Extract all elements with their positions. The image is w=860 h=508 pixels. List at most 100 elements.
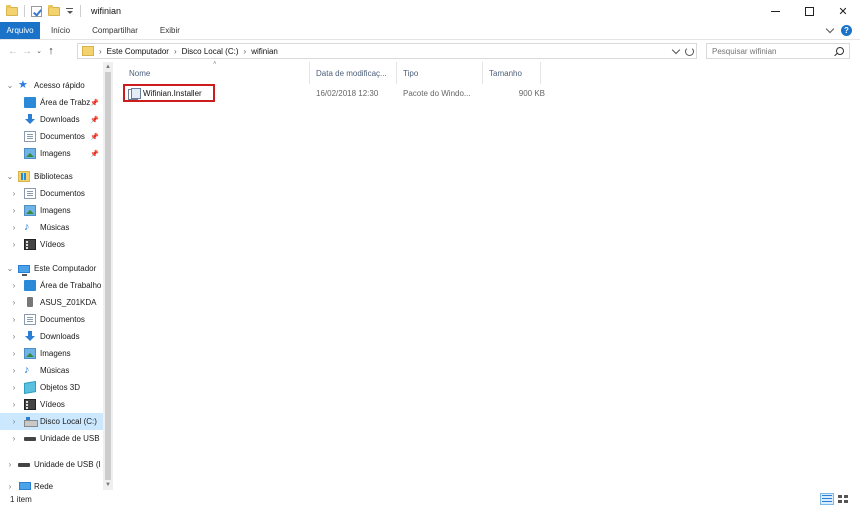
column-header-type[interactable]: Tipo	[397, 62, 483, 84]
chevron-right-icon[interactable]: ›	[10, 240, 18, 249]
sidebar-item-lib-videos[interactable]: › Vídeos	[0, 236, 103, 253]
pin-icon[interactable]: 📌	[90, 116, 99, 124]
sidebar-item-pc-videos[interactable]: › Vídeos	[0, 396, 103, 413]
chevron-right-icon[interactable]: ›	[6, 460, 14, 469]
sidebar-item-area-de-trabalho[interactable]: Área de Trabz 📌	[0, 94, 103, 111]
usb-drive-icon	[24, 433, 36, 444]
sidebar-item-pc-musicas[interactable]: › ♪ Músicas	[0, 362, 103, 379]
sidebar-item-downloads[interactable]: Downloads 📌	[0, 111, 103, 128]
tiles-view-button[interactable]	[836, 493, 850, 505]
chevron-right-icon[interactable]: ›	[10, 206, 18, 215]
chevron-down-icon[interactable]: ⌄	[6, 172, 14, 181]
chevron-right-icon[interactable]: ›	[10, 298, 18, 307]
pin-icon[interactable]: 📌	[90, 99, 99, 107]
sidebar-item-lib-documentos[interactable]: › Documentos	[0, 185, 103, 202]
sidebar-item-lib-musicas[interactable]: › ♪ Músicas	[0, 219, 103, 236]
details-view-button[interactable]	[820, 493, 834, 505]
sidebar-item-pc-downloads[interactable]: › Downloads	[0, 328, 103, 345]
sidebar-item-acesso-rapido[interactable]: ⌄ ★ Acesso rápido	[0, 77, 103, 94]
chevron-right-icon[interactable]: ›	[10, 315, 18, 324]
sidebar-item-pc-disco-local[interactable]: › Disco Local (C:)	[0, 413, 103, 430]
sidebar-item-label: Este Computador	[34, 264, 97, 273]
chevron-right-icon[interactable]: ›	[6, 482, 14, 490]
sidebar-item-este-computador[interactable]: ⌄ Este Computador	[0, 260, 103, 277]
scroll-down-icon[interactable]: ▼	[105, 482, 111, 488]
sidebar-item-label: Imagens	[40, 149, 71, 158]
search-box[interactable]	[706, 43, 850, 59]
chevron-down-icon[interactable]: ⌄	[6, 81, 14, 90]
address-dropdown-icon[interactable]	[671, 45, 681, 54]
breadcrumb-este-computador[interactable]: Este Computador	[107, 47, 169, 56]
recent-locations-icon[interactable]: ⌄	[34, 44, 44, 58]
maximize-button[interactable]	[792, 0, 826, 22]
desktop-icon	[24, 280, 36, 291]
search-input[interactable]	[712, 46, 832, 56]
star-icon: ★	[18, 79, 28, 91]
chevron-right-icon[interactable]: ›	[10, 366, 18, 375]
sidebar-item-rede[interactable]: › Rede	[0, 478, 103, 490]
help-icon[interactable]: ?	[841, 25, 852, 36]
sidebar-item-documentos[interactable]: Documentos 📌	[0, 128, 103, 145]
file-name-highlight[interactable]: Wifinian.Installer	[123, 84, 215, 102]
separator	[24, 5, 25, 17]
properties-icon[interactable]	[31, 5, 42, 17]
tab-inicio[interactable]: Início	[40, 22, 81, 39]
sidebar-item-lib-imagens[interactable]: › Imagens	[0, 202, 103, 219]
scroll-up-icon[interactable]: ▲	[105, 64, 111, 70]
chevron-right-icon[interactable]: ›	[10, 223, 18, 232]
sidebar-item-unidade-usb[interactable]: › Unidade de USB (I	[0, 456, 103, 473]
chevron-right-icon[interactable]: ›	[244, 47, 247, 56]
sidebar-item-label: Vídeos	[40, 240, 65, 249]
forward-button[interactable]: →	[20, 44, 34, 58]
chevron-right-icon[interactable]: ›	[99, 47, 102, 56]
back-button[interactable]: ←	[6, 44, 20, 58]
file-row[interactable]: Wifinian.Installer 16/02/2018 12:30 Paco…	[123, 84, 545, 102]
close-button[interactable]: ✕	[826, 0, 860, 22]
column-header-name[interactable]: Nome ˄	[123, 61, 310, 84]
sort-ascending-icon: ˄	[213, 61, 217, 67]
scrollbar-thumb[interactable]	[105, 72, 111, 480]
pin-icon[interactable]: 📌	[90, 150, 99, 158]
minimize-button[interactable]	[758, 0, 792, 22]
usb-drive-icon	[18, 459, 30, 470]
ribbon-controls: ?	[825, 24, 852, 36]
sidebar-item-pc-area-de-trabalho[interactable]: › Área de Trabalho	[0, 277, 103, 294]
chevron-down-icon[interactable]: ⌄	[6, 264, 14, 273]
chevron-right-icon[interactable]: ›	[10, 434, 18, 443]
music-icon: ♪	[24, 364, 30, 376]
address-bar[interactable]: › Este Computador › Disco Local (C:) › w…	[77, 43, 697, 59]
breadcrumb-disco-local[interactable]: Disco Local (C:)	[182, 47, 239, 56]
quick-access-dropdown-icon[interactable]	[66, 7, 74, 15]
column-header-size[interactable]: Tamanho	[483, 62, 541, 84]
sidebar-item-pc-objetos-3d[interactable]: › Objetos 3D	[0, 379, 103, 396]
chevron-right-icon[interactable]: ›	[174, 47, 177, 56]
tab-compartilhar[interactable]: Compartilhar	[81, 22, 149, 39]
sidebar-item-imagens[interactable]: Imagens 📌	[0, 145, 103, 162]
tab-exibir[interactable]: Exibir	[149, 22, 191, 39]
chevron-right-icon[interactable]: ›	[10, 417, 18, 426]
network-icon	[18, 481, 31, 490]
sidebar-item-pc-asus[interactable]: › ASUS_Z01KDA	[0, 294, 103, 311]
chevron-right-icon[interactable]: ›	[10, 189, 18, 198]
sidebar-item-bibliotecas[interactable]: ⌄ Bibliotecas	[0, 168, 103, 185]
view-toggle	[820, 493, 850, 505]
chevron-right-icon[interactable]: ›	[10, 332, 18, 341]
pin-icon[interactable]: 📌	[90, 133, 99, 141]
breadcrumb-wifinian[interactable]: wifinian	[251, 47, 278, 56]
chevron-right-icon[interactable]: ›	[10, 383, 18, 392]
address-actions	[671, 44, 694, 58]
tab-arquivo[interactable]: Arquivo	[0, 22, 40, 39]
sidebar-scrollbar[interactable]: ▲ ▼	[103, 62, 113, 490]
sidebar-item-label: Músicas	[40, 366, 70, 375]
sidebar-item-pc-unidade-usb[interactable]: › Unidade de USB	[0, 430, 103, 447]
refresh-icon[interactable]	[685, 46, 694, 56]
new-folder-icon[interactable]	[48, 5, 60, 16]
chevron-right-icon[interactable]: ›	[10, 281, 18, 290]
column-header-date[interactable]: Data de modificaç...	[310, 62, 397, 84]
expand-ribbon-icon[interactable]	[825, 24, 835, 34]
chevron-right-icon[interactable]: ›	[10, 349, 18, 358]
up-button[interactable]: ↑	[44, 44, 58, 58]
sidebar-item-pc-imagens[interactable]: › Imagens	[0, 345, 103, 362]
sidebar-item-pc-documentos[interactable]: › Documentos	[0, 311, 103, 328]
chevron-right-icon[interactable]: ›	[10, 400, 18, 409]
